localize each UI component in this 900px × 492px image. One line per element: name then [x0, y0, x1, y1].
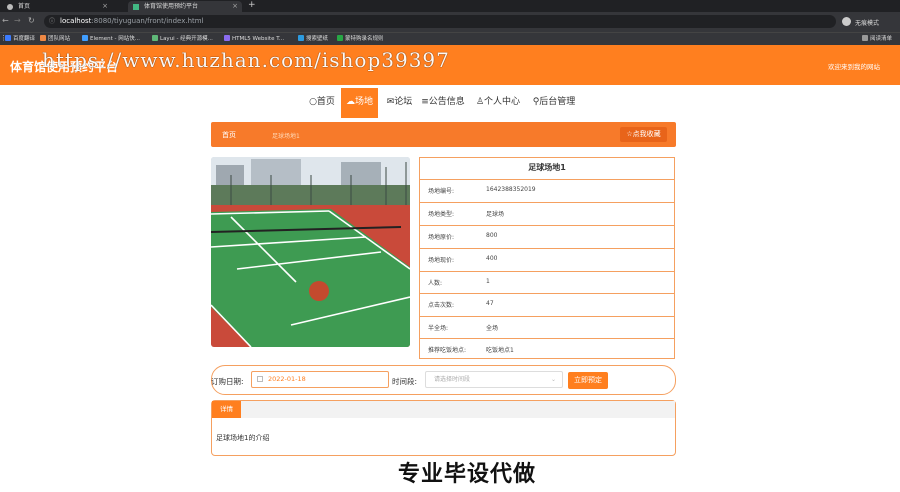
- vue-icon: [133, 4, 139, 10]
- info-row: 场地编号: 1642388352019: [420, 179, 674, 199]
- breadcrumb-home[interactable]: 首页: [222, 130, 236, 140]
- click-indicator: [309, 281, 329, 301]
- chevron-down-icon: ⌄: [550, 376, 556, 383]
- welcome-text: 欢迎来到我的网站: [828, 63, 880, 71]
- bookmark-item[interactable]: 蒙特购录名规则: [337, 35, 384, 43]
- time-label: 时间段:: [392, 377, 418, 386]
- details-tab-bar: [212, 401, 675, 418]
- close-icon[interactable]: ×: [232, 1, 238, 12]
- close-icon[interactable]: ×: [102, 1, 108, 12]
- reading-list[interactable]: 阅读清单: [862, 35, 892, 43]
- bookmark-item[interactable]: HTML5 Website T...: [224, 35, 284, 43]
- nav-item-forum[interactable]: ✉论坛: [382, 88, 417, 118]
- incognito-icon: [842, 17, 851, 26]
- info-icon[interactable]: ⓘ: [49, 15, 55, 28]
- tab-title: 首页: [18, 3, 31, 10]
- date-label: 订购日期:: [211, 377, 244, 386]
- time-slot-select[interactable]: 请选择时间段 ⌄: [425, 371, 563, 388]
- browser-tab-home[interactable]: 首页 ×: [2, 1, 112, 12]
- tab-details[interactable]: 详情: [212, 401, 241, 418]
- breadcrumb-current: 足球场地1: [272, 133, 300, 140]
- user-icon: ♙: [475, 97, 485, 107]
- tab-title: 体育馆使用预约平台: [144, 3, 199, 10]
- url-host: localhost: [60, 17, 92, 25]
- info-row: 场地原价: 800: [420, 225, 674, 245]
- browser-tab-active[interactable]: 体育馆使用预约平台 ×: [128, 1, 242, 12]
- cloud-icon: ☁: [345, 97, 355, 107]
- overlay-slogan: 专业毕设代做: [398, 462, 537, 487]
- nav-item-profile[interactable]: ♙个人中心: [473, 88, 523, 118]
- bookmark-item[interactable]: 团队网站: [40, 35, 70, 43]
- nav-item-venue[interactable]: ☁场地: [341, 88, 378, 118]
- list-icon: ≡: [421, 97, 429, 107]
- info-row: 场地现价: 400: [420, 248, 674, 268]
- bookmark-item[interactable]: Layui - 经典开源模...: [152, 35, 213, 43]
- browser-tab-bar: 首页 × 体育馆使用预约平台 × +: [0, 0, 900, 12]
- calendar-icon: [257, 376, 263, 382]
- info-row: 半全场: 全场: [420, 316, 674, 336]
- nav-item-notice[interactable]: ≡公告信息: [419, 88, 467, 118]
- nav-item-admin[interactable]: ⚲后台管理: [530, 88, 578, 118]
- bookmarks-bar: ⋮ 百度翻译 团队网站 Element - 网站快... Layui - 经典开…: [0, 32, 900, 45]
- favorite-button[interactable]: ☆点我收藏: [620, 127, 667, 142]
- url-input[interactable]: ⓘ localhost:8080/tiyuguan/front/index.ht…: [44, 15, 836, 28]
- info-row: 点击次数: 47: [420, 293, 674, 313]
- details-content: 足球场地1的介绍: [216, 434, 270, 442]
- bookmark-item[interactable]: Element - 网站快...: [82, 35, 140, 43]
- profile-label[interactable]: 无痕模式: [855, 18, 879, 27]
- date-picker-input[interactable]: 2022-01-18: [251, 371, 389, 388]
- home-icon: ○: [309, 97, 317, 107]
- watermark-text: https://www.huzhan.com/ishop39397: [42, 48, 450, 72]
- bookmark-item[interactable]: 搜索壁纸: [298, 35, 328, 43]
- back-icon[interactable]: ←: [2, 16, 9, 25]
- tennis-court-image: [211, 157, 410, 347]
- globe-icon: [7, 4, 13, 10]
- reload-icon[interactable]: ↻: [28, 16, 35, 25]
- info-row: 场地类型: 足球场: [420, 202, 674, 222]
- forward-icon[interactable]: →: [14, 16, 21, 25]
- venue-photo: [211, 157, 410, 347]
- book-now-button[interactable]: 立即预定: [568, 372, 608, 389]
- info-row: 人数: 1: [420, 271, 674, 291]
- url-path: :8080/tiyuguan/front/index.html: [91, 17, 204, 25]
- info-row: 推荐吃饭地点: 吃饭地点1: [420, 338, 674, 358]
- new-tab-button[interactable]: +: [248, 0, 256, 11]
- venue-title: 足球场地1: [528, 163, 566, 172]
- bookmark-item[interactable]: 百度翻译: [5, 35, 35, 43]
- nav-item-home[interactable]: ○首页: [305, 88, 339, 118]
